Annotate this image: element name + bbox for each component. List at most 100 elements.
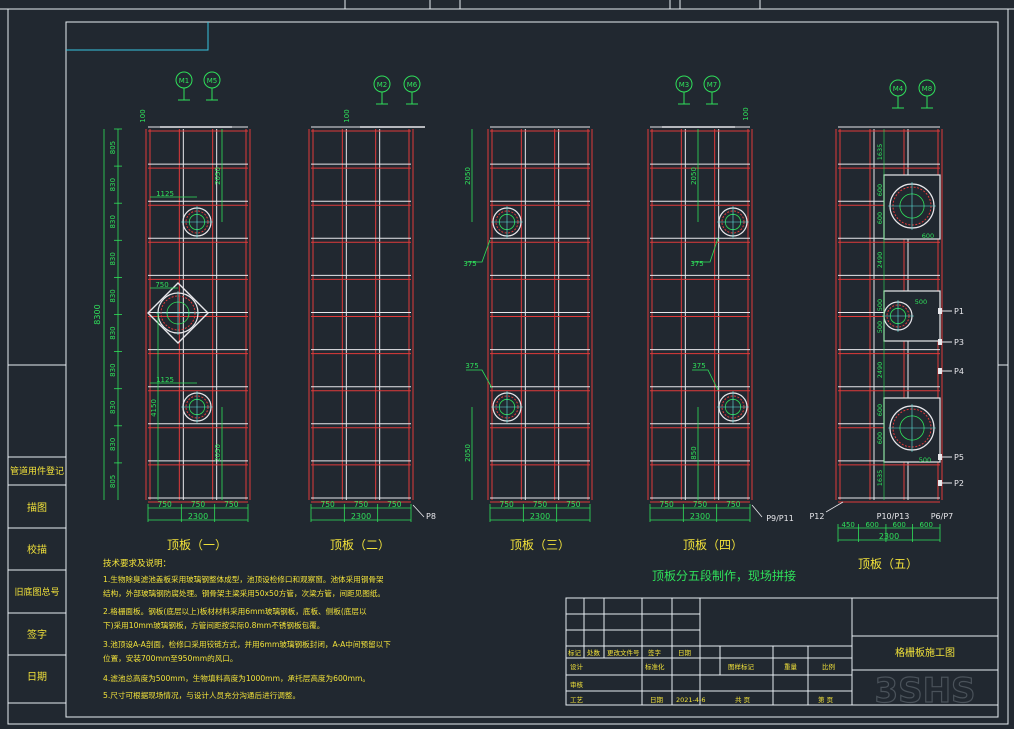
note-line: 3.池顶设A-A剖面，检修口采用铰链方式，并用6mm玻璃钢板封闭，A-A中间预留… bbox=[103, 639, 391, 649]
tb-cell: 签字 bbox=[648, 648, 662, 657]
panel-title: 顶板（四） bbox=[683, 538, 743, 552]
dim-label: 100 bbox=[139, 109, 147, 122]
tag-label: M3 bbox=[679, 81, 690, 89]
tb-cell: 重量 bbox=[784, 663, 798, 671]
panel-1: M1 M5 805 830 830 830 830 830 830 830 830 805 8300 20… bbox=[93, 71, 251, 522]
stamp-label: 管道用件登记 bbox=[10, 465, 64, 477]
dim-label: 750 bbox=[321, 500, 336, 509]
panel-title: 顶板（一） bbox=[167, 538, 227, 552]
dim-label: 375 bbox=[690, 260, 703, 268]
dim-label: 600 bbox=[876, 432, 884, 444]
tb-cell: 更改文件号 bbox=[607, 648, 640, 657]
port-label: P6/P7 bbox=[931, 512, 954, 521]
note-line: 5.尺寸可根据现场情况，与设计人员充分沟通后进行调整。 bbox=[103, 690, 300, 700]
dim-label: 2050 bbox=[464, 444, 472, 462]
port-stub bbox=[938, 480, 942, 486]
stamp-label: 签字 bbox=[27, 628, 47, 641]
dim-label: 500 bbox=[915, 298, 927, 306]
dim-label: 2050 bbox=[214, 444, 222, 462]
dim-label: 600 bbox=[922, 232, 934, 240]
dim-label: 2300 bbox=[351, 512, 371, 521]
dim-label: 375 bbox=[465, 362, 478, 370]
tb-cell: 处数 bbox=[587, 648, 601, 657]
tb-cell: 图样标记 bbox=[728, 662, 755, 671]
port-label: P1 bbox=[954, 307, 964, 316]
tb-cell: 比例 bbox=[822, 662, 835, 671]
dim-label: 600 bbox=[893, 521, 906, 529]
drawing-name: 格栅板施工图 bbox=[895, 646, 955, 659]
tb-cell: 设计 bbox=[570, 662, 584, 671]
tb-cell: 标记 bbox=[568, 648, 582, 657]
dim-label: 750 bbox=[224, 500, 239, 509]
panel-title: 顶板（三） bbox=[510, 538, 570, 552]
leader-line bbox=[751, 504, 763, 518]
tb-cell: 2021-4-6 bbox=[676, 696, 706, 704]
dim-label: 750 bbox=[660, 500, 675, 509]
dim-label: 830 bbox=[109, 215, 117, 228]
dim-label: 750 bbox=[155, 281, 168, 289]
tag-label: M5 bbox=[207, 77, 218, 85]
tb-cell: 共 页 bbox=[735, 695, 751, 704]
dim-label: 750 bbox=[191, 500, 206, 509]
dim-label: 600 bbox=[865, 521, 878, 529]
dim-label: 4150 bbox=[150, 399, 158, 417]
dim-label: 830 bbox=[109, 252, 117, 265]
dim-label: 500 bbox=[876, 321, 884, 333]
segment-note: 顶板分五段制作，现场拼接 bbox=[652, 568, 796, 583]
note-line: 2.格栅面板。钢板(底层以上)板材材料采用6mm玻璃钢板，底板、侧板(底层以 bbox=[103, 606, 367, 616]
leader-line bbox=[466, 239, 491, 263]
port-stub bbox=[938, 368, 942, 374]
tag-label: M8 bbox=[922, 85, 933, 93]
panels-layer: M1 M5 805 830 830 830 830 830 830 830 830 805 8300 20… bbox=[93, 71, 964, 542]
port-label: P9/P11 bbox=[766, 514, 794, 523]
dim-label: 600 bbox=[920, 521, 933, 529]
note-line: 结构，外部玻璃钢防腐处理。钢骨架主梁采用50x50方管，次梁方管，间距见图纸。 bbox=[103, 588, 385, 598]
panel-title: 顶板（二） bbox=[330, 538, 390, 552]
port-stub bbox=[938, 454, 942, 460]
tb-cell: 日期 bbox=[678, 649, 692, 657]
note-line: 下)采用10mm玻璃钢板，方管间距按实际0.8mm不锈钢板包覆。 bbox=[103, 620, 324, 630]
port-label: P10/P13 bbox=[877, 512, 910, 521]
dim-label: 830 bbox=[109, 289, 117, 302]
tb-cell: 日期 bbox=[650, 696, 664, 704]
tag-label: M1 bbox=[179, 77, 190, 85]
dim-label: 750 bbox=[500, 500, 515, 509]
dim-label: 805 bbox=[109, 475, 117, 488]
tb-cell: 工艺 bbox=[570, 696, 584, 704]
cad-drawing: 管道用件登记 描图 校描 旧底图总号 签字 日期 M1 M5 805 830 830 83… bbox=[0, 0, 1014, 725]
dim-label: 750 bbox=[354, 500, 369, 509]
dim-label: 2300 bbox=[690, 512, 710, 521]
dim-label: 1635 bbox=[876, 144, 884, 161]
dim-label: 375 bbox=[463, 260, 476, 268]
dim-label: 850 bbox=[690, 446, 698, 459]
note-line: 1.生物除臭滤池盖板采用玻璃钢整体成型，池顶设检修口和观察窗。池体采用钢骨架 bbox=[103, 574, 384, 584]
notes-title: 技术要求及说明： bbox=[103, 558, 171, 569]
dim-label: 2300 bbox=[188, 512, 208, 521]
dim-label: 2490 bbox=[876, 362, 884, 379]
dim-label: 1125 bbox=[156, 190, 174, 198]
dim-label: 830 bbox=[109, 178, 117, 191]
tb-cell: 审核 bbox=[570, 680, 584, 689]
dim-label: 2050 bbox=[214, 167, 222, 185]
watermark: 3SHS bbox=[874, 671, 975, 711]
dim-label: 500 bbox=[919, 456, 931, 464]
left-stamp: 管道用件登记 描图 校描 旧底图总号 签字 日期 bbox=[7, 456, 67, 704]
corner-tab bbox=[66, 22, 209, 51]
port-label: P12 bbox=[809, 512, 824, 521]
panel-4: M3 M7 100 2050 850 375 375 P9/P11 750 750 750 2300 bbox=[647, 75, 794, 523]
tag-label: M7 bbox=[707, 81, 718, 89]
tag-label: M6 bbox=[407, 81, 418, 89]
port-label: P2 bbox=[954, 479, 964, 488]
dim-label: 830 bbox=[109, 363, 117, 376]
tb-cell: 标准化 bbox=[645, 662, 665, 671]
stamp-label: 描图 bbox=[27, 501, 47, 514]
port-stub bbox=[938, 308, 942, 314]
tag-label: M4 bbox=[893, 85, 904, 93]
dim-label: 1635 bbox=[876, 470, 884, 487]
dim-label: 1125 bbox=[156, 376, 174, 384]
panel-5: M4 M8 1635 600 600 2490 500 500 2490 600 600 1635 60… bbox=[809, 79, 964, 542]
dim-label: 750 bbox=[158, 500, 173, 509]
panel-2: M2 M6 100 P8 750 750 750 2300 bbox=[308, 75, 436, 522]
dim-label: 100 bbox=[742, 107, 750, 120]
port-label: P5 bbox=[954, 453, 964, 462]
